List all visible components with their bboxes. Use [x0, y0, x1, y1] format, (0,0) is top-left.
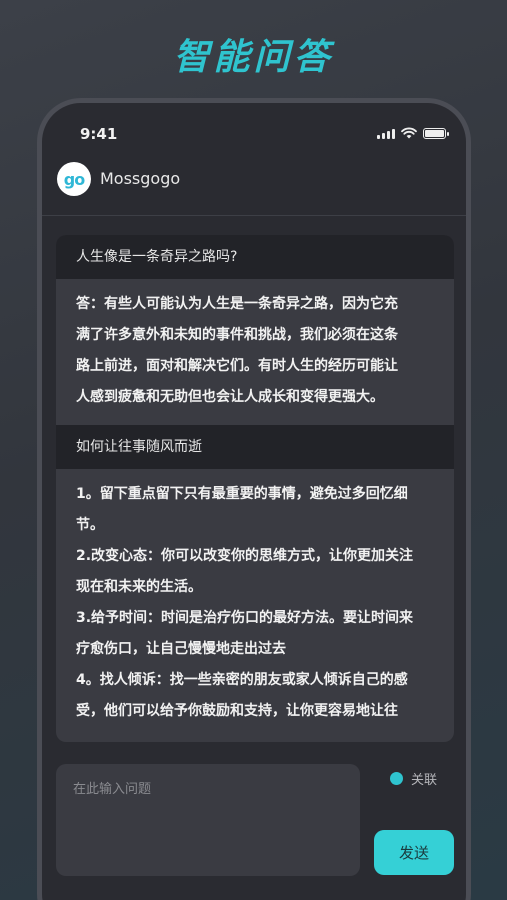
status-icons [377, 127, 449, 139]
question-input[interactable] [73, 778, 343, 862]
answer-line: 答：有些人可能认为人生是一条奇异之路，因为它充 [76, 296, 398, 312]
answer-line: 满了许多意外和未知的事件和挑战，我们必须在这条 [76, 327, 398, 343]
status-bar: 9:41 [42, 103, 466, 163]
answer-line: 人感到疲惫和无助但也会让人成长和变得更强大。 [76, 389, 384, 405]
send-button[interactable]: 发送 [374, 830, 454, 875]
app-name: Mossgogo [100, 169, 181, 188]
phone-frame: 9:41 go Mossgogo 人生像是一条奇异之路吗? 答：有些人可能认为人… [37, 98, 471, 900]
related-toggle[interactable]: 关联 [390, 769, 437, 788]
app-logo-text: go [63, 169, 85, 189]
answer-line: 4。找人倾诉：找一些亲密的朋友或家人倾诉自己的感 [76, 672, 408, 688]
chat-question: 人生像是一条奇异之路吗? [56, 235, 454, 279]
wifi-icon [401, 127, 417, 139]
chat-history[interactable]: 人生像是一条奇异之路吗? 答：有些人可能认为人生是一条奇异之路，因为它充 满了许… [56, 235, 454, 742]
question-input-box[interactable] [56, 764, 360, 876]
answer-line: 受，他们可以给予你鼓励和支持，让你更容易地让往 [76, 703, 398, 719]
battery-level [425, 130, 444, 137]
cellular-signal-icon [377, 129, 395, 139]
answer-line: 2.改变心态：你可以改变你的思维方式，让你更加关注 [76, 548, 414, 564]
status-time: 9:41 [80, 125, 118, 143]
chat-question: 如何让往事随风而逝 [56, 425, 454, 469]
chat-answer: 1。留下重点留下只有最重要的事情，避免过多回忆细 节。 2.改变心态：你可以改变… [56, 469, 454, 739]
chat-answer: 答：有些人可能认为人生是一条奇异之路，因为它充 满了许多意外和未知的事件和挑战，… [56, 279, 454, 425]
page-hero-title: 智能问答 [173, 37, 334, 78]
app-logo: go [57, 162, 91, 196]
answer-line: 疗愈伤口，让自己慢慢地走出过去 [76, 641, 286, 657]
app-header: go Mossgogo [42, 158, 466, 216]
related-radio-icon[interactable] [390, 772, 403, 785]
answer-line: 节。 [76, 517, 104, 533]
answer-line: 1。留下重点留下只有最重要的事情，避免过多回忆细 [76, 486, 408, 502]
related-label: 关联 [411, 773, 438, 788]
answer-line: 3.给予时间：时间是治疗伤口的最好方法。要让时间来 [76, 610, 414, 626]
answer-line: 路上前进，面对和解决它们。有时人生的经历可能让 [76, 358, 398, 374]
battery-icon [423, 128, 449, 139]
answer-line: 现在和未来的生活。 [76, 579, 202, 595]
